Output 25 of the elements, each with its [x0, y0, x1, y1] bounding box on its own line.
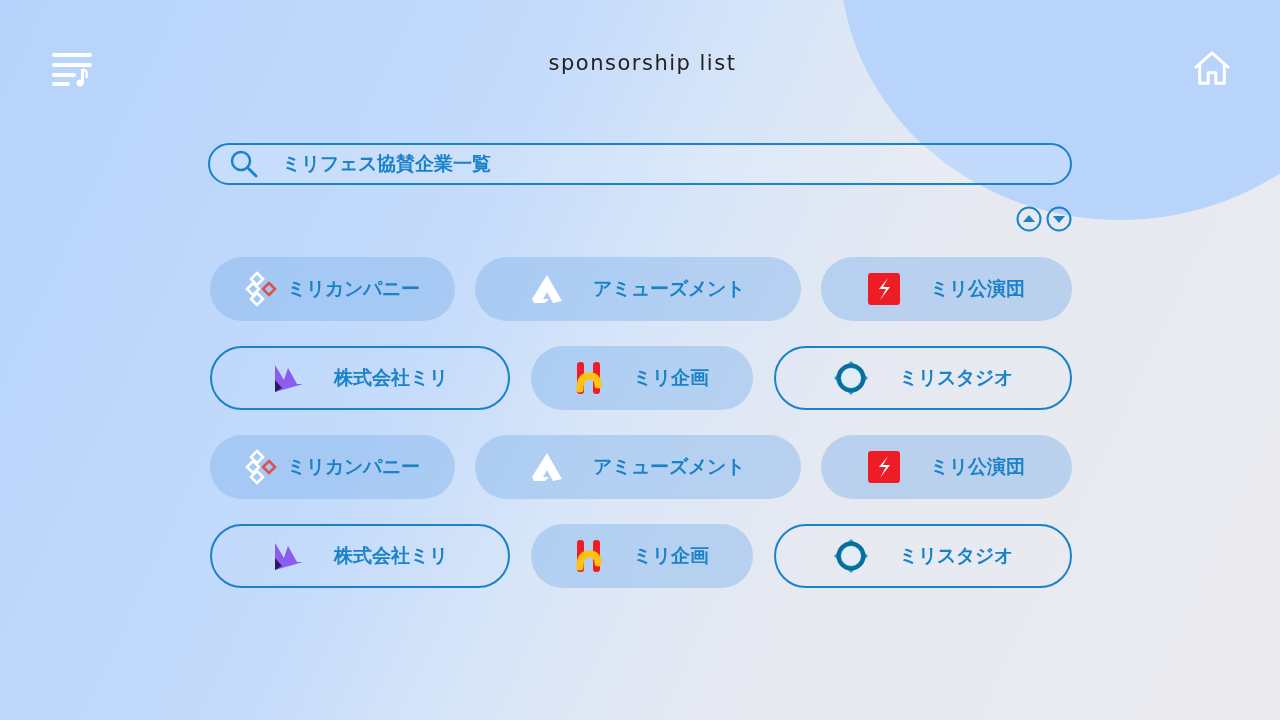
sponsor-button[interactable]: ミリスタジオ	[774, 346, 1072, 410]
sponsor-button[interactable]: ミリカンパニー	[210, 257, 455, 321]
ring-logo-icon	[833, 360, 869, 396]
sponsor-button[interactable]: ミリ企画	[531, 524, 753, 588]
h-logo-icon	[575, 539, 603, 573]
sponsor-button[interactable]: ミリ公演団	[821, 435, 1072, 499]
triangle-logo-icon	[531, 274, 563, 304]
bolt-logo-icon	[868, 273, 900, 305]
sponsor-button[interactable]: アミューズメント	[475, 435, 801, 499]
sponsor-button[interactable]: ミリスタジオ	[774, 524, 1072, 588]
search-field[interactable]: ミリフェス協賛企業一覧	[208, 143, 1072, 185]
sponsor-button[interactable]: アミューズメント	[475, 257, 801, 321]
h-logo-icon	[575, 361, 603, 395]
sponsor-button[interactable]: 株式会社ミリ	[210, 524, 510, 588]
search-icon	[230, 150, 258, 178]
ring-logo-icon	[833, 538, 869, 574]
scroll-up-button[interactable]	[1016, 206, 1042, 232]
page-title: sponsorship list	[548, 51, 737, 75]
triangle-logo-icon	[531, 452, 563, 482]
sponsor-button[interactable]: ミリカンパニー	[210, 435, 455, 499]
bolt-logo-icon	[868, 451, 900, 483]
sponsor-button[interactable]: ミリ企画	[531, 346, 753, 410]
sponsor-button[interactable]: 株式会社ミリ	[210, 346, 510, 410]
scroll-down-button[interactable]	[1046, 206, 1072, 232]
sponsor-button[interactable]: ミリ公演団	[821, 257, 1072, 321]
